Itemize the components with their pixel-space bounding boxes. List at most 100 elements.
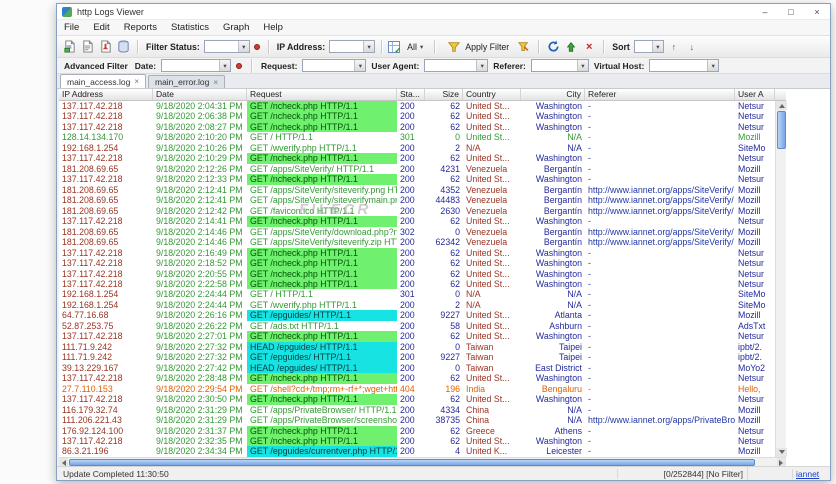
column-header-referer[interactable]: Referer	[585, 89, 735, 100]
cell-country: United St...	[466, 101, 510, 111]
table-row[interactable]: 192.168.1.254 9/18/2020 2:24:44 PM GET / H…	[59, 289, 775, 299]
tab-main_error.log[interactable]: main_error.log ×	[147, 75, 225, 88]
sort-asc-icon[interactable]: ↑	[666, 39, 682, 54]
table-row[interactable]: 137.117.42.218 9/18/2020 2:22:58 PM GET /n…	[59, 278, 775, 290]
cell-status: 200	[400, 101, 415, 111]
referer-filter-input[interactable]: ▾	[530, 59, 589, 72]
refresh-icon[interactable]	[545, 39, 561, 54]
menu-statistics[interactable]: Statistics	[164, 22, 216, 33]
column-header-usera[interactable]: User A	[735, 89, 775, 100]
table-row[interactable]: 137.117.42.218 9/18/2020 2:32:35 PM GET /n…	[59, 436, 775, 447]
load-update-icon[interactable]	[563, 39, 579, 54]
user-agent-filter-input[interactable]: ▾	[424, 59, 489, 72]
table-row[interactable]: 137.117.42.218 9/18/2020 2:16:49 PM GET /n…	[59, 247, 775, 259]
table-row[interactable]: 181.208.69.65 9/18/2020 2:12:41 PM GET /ap…	[59, 185, 775, 195]
table-row[interactable]: 64.77.16.68 9/18/2020 2:26:16 PM GET /epgu…	[59, 310, 775, 321]
column-header-sta[interactable]: Sta...	[397, 89, 425, 100]
horizontal-scrollbar[interactable]	[59, 457, 786, 467]
tab-main_access.log[interactable]: main_access.log ×	[60, 74, 146, 88]
horizontal-scroll-thumb[interactable]	[69, 459, 755, 466]
table-row[interactable]: 137.117.42.218 9/18/2020 2:08:27 PM GET /n…	[59, 121, 775, 133]
clear-date-filter-icon[interactable]	[236, 62, 243, 69]
table-row[interactable]: 52.87.253.75 9/18/2020 2:26:22 PM GET /ads…	[59, 321, 775, 331]
table-row[interactable]: 27.7.110.153 9/18/2020 2:29:54 PM GET /she…	[59, 384, 775, 394]
table-row[interactable]: 137.117.42.218 9/18/2020 2:14:41 PM GET /n…	[59, 216, 775, 227]
cell-date: 9/18/2020 2:26:22 PM	[156, 320, 243, 331]
table-row[interactable]: 181.208.69.65 9/18/2020 2:12:42 PM GET /fa…	[59, 206, 775, 216]
table-row[interactable]: 192.168.1.254 9/18/2020 2:10:26 PM GET /wv…	[59, 143, 775, 153]
table-row[interactable]: 39.13.229.167 9/18/2020 2:27:42 PM HEAD /e…	[59, 362, 775, 374]
all-dropdown[interactable]: All ▾	[402, 40, 428, 54]
table-row[interactable]: 137.117.42.218 9/18/2020 2:06:38 PM GET /n…	[59, 111, 775, 122]
database-icon[interactable]	[115, 39, 131, 54]
table-row[interactable]: 86.3.21.196 9/18/2020 2:34:34 PM GET /epgu…	[59, 446, 775, 457]
delete-icon[interactable]: ×	[581, 39, 597, 54]
virtual-host-filter-input[interactable]: ▾	[649, 59, 720, 72]
column-header-size[interactable]: Size	[425, 89, 463, 100]
table-row[interactable]: 111.71.9.242 9/18/2020 2:27:32 PM HEAD /ep…	[59, 341, 775, 353]
scroll-up-icon[interactable]	[776, 101, 787, 110]
close-tab-icon[interactable]: ×	[134, 77, 139, 86]
sort-select[interactable]: ▾	[633, 40, 664, 53]
cell-ip: 176.92.124.100	[62, 425, 124, 436]
column-header-city[interactable]: City	[521, 89, 585, 100]
cell-referer: -	[588, 373, 591, 384]
table-row[interactable]: 111.71.9.242 9/18/2020 2:27:32 PM GET /epg…	[59, 352, 775, 363]
close-button[interactable]: ×	[804, 4, 830, 19]
table-row[interactable]: 137.117.42.218 9/18/2020 2:12:33 PM GET /n…	[59, 174, 775, 185]
column-header-date[interactable]: Date	[153, 89, 247, 100]
minimize-button[interactable]: –	[752, 4, 778, 19]
export-icon[interactable]	[97, 39, 113, 54]
table-row[interactable]: 181.208.69.65 9/18/2020 2:14:46 PM GET /ap…	[59, 227, 775, 237]
menu-edit[interactable]: Edit	[86, 22, 116, 33]
table-row[interactable]: 181.208.69.65 9/18/2020 2:12:41 PM GET /ap…	[59, 195, 775, 205]
scroll-down-icon[interactable]	[776, 448, 787, 457]
column-header-country[interactable]: Country	[463, 89, 521, 100]
date-filter-select[interactable]: ▾	[161, 59, 232, 72]
cell-referer: http://www.iannet.org/apps/SiteVerify/	[588, 205, 734, 216]
chevron-down-icon: ▾	[576, 60, 588, 71]
table-row[interactable]: 176.92.124.100 9/18/2020 2:31:37 PM GET /n…	[59, 425, 775, 436]
status-message: Update Completed 11:30:50	[63, 468, 169, 479]
filter-status-select[interactable]: ▾	[203, 40, 250, 53]
cell-date: 9/18/2020 2:20:55 PM	[156, 268, 243, 279]
table-row[interactable]: 181.208.69.65 9/18/2020 2:12:26 PM GET /ap…	[59, 164, 775, 174]
menu-graph[interactable]: Graph	[216, 22, 256, 33]
cell-ip: 111.71.9.242	[62, 352, 113, 363]
cell-referer: http://www.iannet.org/apps/SiteVerify/	[588, 237, 734, 248]
edit-filter-icon[interactable]	[516, 39, 532, 54]
ip-address-select[interactable]: ▾	[329, 40, 376, 53]
vertical-scrollbar[interactable]	[775, 101, 787, 457]
sort-desc-icon[interactable]: ↓	[684, 39, 700, 54]
close-tab-icon[interactable]: ×	[213, 78, 218, 87]
table-row[interactable]: 111.206.221.43 9/18/2020 2:31:29 PM GET /a…	[59, 415, 775, 425]
table-row[interactable]: 116.179.32.74 9/18/2020 2:31:29 PM GET /ap…	[59, 405, 775, 415]
cell-request: GET /epguides/ HTTP/1.1	[247, 310, 397, 321]
table-row[interactable]: 181.208.69.65 9/18/2020 2:14:46 PM GET /ap…	[59, 237, 775, 247]
table-row[interactable]: 128.14.134.170 9/18/2020 2:10:20 PM GET / …	[59, 132, 775, 142]
table-row[interactable]: 137.117.42.218 9/18/2020 2:04:31 PM GET /n…	[59, 101, 775, 112]
menu-file[interactable]: File	[57, 22, 86, 33]
table-row[interactable]: 137.117.42.218 9/18/2020 2:20:55 PM GET /n…	[59, 268, 775, 279]
iannet-link[interactable]: iannet	[796, 469, 819, 479]
table-row[interactable]: 137.117.42.218 9/18/2020 2:18:52 PM GET /n…	[59, 258, 775, 269]
column-header-ipaddress[interactable]: IP Address	[59, 89, 153, 100]
menu-reports[interactable]: Reports	[117, 22, 164, 33]
table-row[interactable]: 137.117.42.218 9/18/2020 2:10:29 PM GET /n…	[59, 153, 775, 164]
cell-date: 9/18/2020 2:26:16 PM	[156, 310, 243, 321]
column-header-request[interactable]: Request	[247, 89, 397, 100]
apply-filter-button[interactable]: Apply Filter	[441, 37, 514, 56]
clear-status-filter-icon[interactable]	[253, 43, 260, 50]
vertical-scroll-thumb[interactable]	[777, 111, 786, 149]
columns-grid-icon[interactable]: ✓	[388, 40, 401, 55]
open-log-icon[interactable]	[61, 39, 77, 54]
table-row[interactable]: 137.117.42.218 9/18/2020 2:30:50 PM GET /n…	[59, 394, 775, 405]
table-row[interactable]: 137.117.42.218 9/18/2020 2:27:01 PM GET /n…	[59, 331, 775, 342]
cell-date: 9/18/2020 2:22:58 PM	[156, 278, 243, 289]
table-row[interactable]: 192.168.1.254 9/18/2020 2:24:44 PM GET /wv…	[59, 300, 775, 310]
menu-help[interactable]: Help	[256, 22, 290, 33]
maximize-button[interactable]: □	[778, 4, 804, 19]
request-filter-input[interactable]: ▾	[302, 59, 367, 72]
open-file-icon[interactable]	[79, 39, 95, 54]
table-row[interactable]: 137.117.42.218 9/18/2020 2:28:48 PM GET /n…	[59, 373, 775, 384]
